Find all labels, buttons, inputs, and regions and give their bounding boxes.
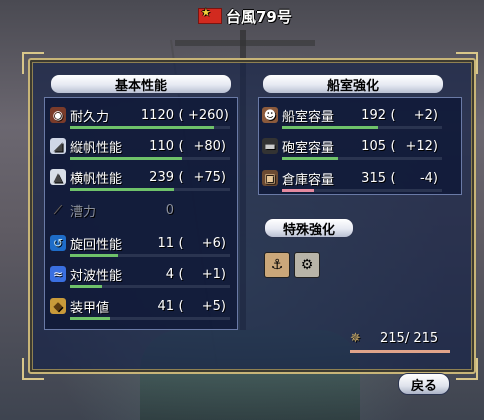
cabin-bar-crew bbox=[282, 126, 442, 129]
stat-label: 縦帆性能 bbox=[70, 140, 123, 156]
helm-icon: ✵ bbox=[350, 331, 361, 346]
stat-value: 315 bbox=[361, 170, 386, 186]
stat-bar-fore-aft-sail bbox=[70, 157, 230, 160]
stat-row-turning: ↺ 旋回性能 11 ( +6) bbox=[50, 233, 226, 253]
stat-paren: ( bbox=[178, 235, 184, 251]
stat-delta: +2) bbox=[413, 107, 438, 123]
stat-paren: ( bbox=[390, 138, 396, 154]
background-rigging bbox=[175, 40, 315, 46]
stat-label: 横帆性能 bbox=[70, 171, 123, 187]
stat-bar-square-sail bbox=[70, 188, 230, 191]
stat-value: 11 bbox=[157, 235, 174, 251]
stat-label: 耐久力 bbox=[70, 109, 110, 125]
cabin-upgrade-header: 船室強化 bbox=[262, 74, 444, 94]
square-sail-icon: ▲ bbox=[50, 169, 66, 185]
stat-value: 105 bbox=[361, 138, 386, 154]
ship-name: 台風79号 bbox=[226, 7, 292, 26]
stat-value: 0 bbox=[165, 202, 174, 218]
stat-row-oar: ⟋ 漕力 0 bbox=[50, 200, 226, 220]
stat-label: 装甲値 bbox=[70, 300, 110, 316]
stat-delta: +6) bbox=[201, 235, 226, 251]
frame-corner-bottom-right bbox=[456, 358, 478, 380]
stat-paren: ( bbox=[178, 107, 184, 123]
stat-paren: ( bbox=[178, 298, 184, 314]
stat-paren: ( bbox=[178, 138, 184, 154]
stat-bar-turning bbox=[70, 254, 230, 257]
stat-label: 漕力 bbox=[70, 204, 97, 220]
crew-count-row: ✵ 215/ 215 bbox=[350, 328, 438, 348]
stat-row-durability: ◉ 耐久力 1120 ( +260) bbox=[50, 105, 229, 125]
fore-aft-sail-icon: ◢ bbox=[50, 138, 66, 154]
frame-corner-bottom-left bbox=[22, 358, 44, 380]
stat-delta: +5) bbox=[201, 298, 226, 314]
stat-row-square-sail: ▲ 横帆性能 239 ( +75) bbox=[50, 167, 226, 187]
special-upgrade-2-icon[interactable]: ⚙ bbox=[294, 252, 320, 278]
stat-paren: ( bbox=[178, 169, 184, 185]
frame-corner-top-right bbox=[456, 52, 478, 74]
cabin-bar-cannon bbox=[282, 157, 442, 160]
storage-icon: ▣ bbox=[262, 170, 278, 186]
armor-icon: ◆ bbox=[50, 298, 66, 314]
stat-delta: +80) bbox=[193, 138, 226, 154]
stat-delta: +260) bbox=[188, 107, 229, 123]
special-upgrade-header: 特殊強化 bbox=[264, 218, 354, 238]
stat-value: 1120 bbox=[140, 107, 174, 123]
basic-performance-header: 基本性能 bbox=[50, 74, 232, 94]
stat-label: 砲室容量 bbox=[282, 140, 335, 156]
stat-label: 対波性能 bbox=[70, 268, 123, 284]
cabin-bar-storage bbox=[282, 189, 442, 192]
oar-icon: ⟋ bbox=[53, 202, 63, 217]
cabin-row-cannon: ▬ 砲室容量 105 ( +12) bbox=[262, 136, 438, 156]
stat-paren: ( bbox=[178, 266, 184, 282]
stat-row-wave: ≈ 対波性能 4 ( +1) bbox=[50, 264, 226, 284]
stat-paren: ( bbox=[390, 107, 396, 123]
stat-delta: +75) bbox=[193, 169, 226, 185]
stat-delta: +12) bbox=[405, 138, 438, 154]
stat-value: 4 bbox=[165, 266, 174, 282]
special-upgrade-1-icon[interactable]: ⚓ bbox=[264, 252, 290, 278]
stat-paren: ( bbox=[390, 170, 396, 186]
crew-count: 215/ 215 bbox=[380, 330, 439, 346]
stat-value: 239 bbox=[149, 169, 174, 185]
stat-value: 192 bbox=[361, 107, 386, 123]
stat-bar-wave bbox=[70, 285, 230, 288]
stat-row-armor: ◆ 装甲値 41 ( +5) bbox=[50, 296, 226, 316]
stat-delta: +1) bbox=[201, 266, 226, 282]
stat-row-fore-aft-sail: ◢ 縦帆性能 110 ( +80) bbox=[50, 136, 226, 156]
crew-cabin-icon: ☻ bbox=[262, 107, 278, 123]
frame-corner-top-left bbox=[22, 52, 44, 74]
flag-icon bbox=[198, 6, 222, 24]
stat-bar-armor bbox=[70, 317, 230, 320]
ship-title: 台風79号 bbox=[198, 6, 292, 26]
stat-delta: -4) bbox=[419, 170, 438, 186]
cabin-row-crew: ☻ 船室容量 192 ( +2) bbox=[262, 105, 438, 125]
cabin-row-storage: ▣ 倉庫容量 315 ( -4) bbox=[262, 168, 438, 188]
stat-label: 船室容量 bbox=[282, 109, 335, 125]
turning-icon: ↺ bbox=[50, 235, 66, 251]
back-button[interactable]: 戻る bbox=[398, 373, 450, 395]
cannon-icon: ▬ bbox=[262, 138, 278, 154]
stat-label: 倉庫容量 bbox=[282, 172, 335, 188]
stat-value: 110 bbox=[149, 138, 174, 154]
stat-value: 41 bbox=[157, 298, 174, 314]
stat-label: 旋回性能 bbox=[70, 237, 123, 253]
stat-bar-durability bbox=[70, 126, 230, 129]
durability-icon: ◉ bbox=[50, 107, 66, 123]
crew-bar bbox=[350, 350, 450, 353]
wave-icon: ≈ bbox=[50, 266, 66, 282]
